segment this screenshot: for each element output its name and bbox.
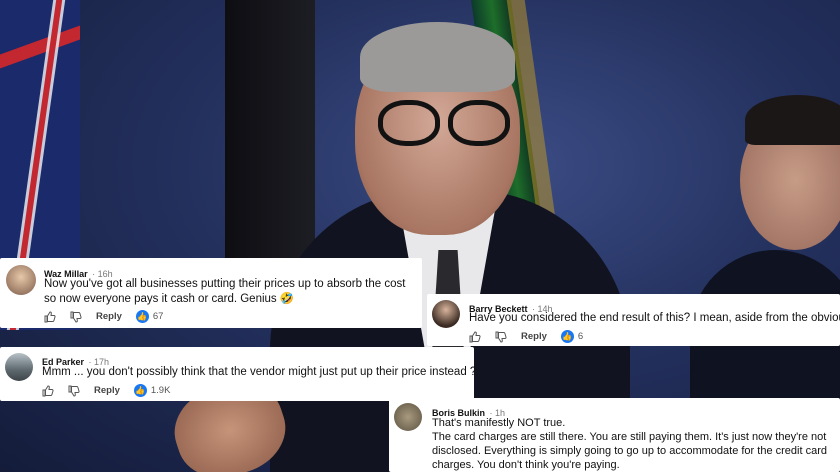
like-count: 👍 1.9K <box>133 384 171 397</box>
comment-text: Mmm ... you don't possibly think that th… <box>42 366 477 378</box>
like-badge-icon: 👍 <box>135 310 149 323</box>
comment-text: Now you've got all businesses putting th… <box>44 278 406 305</box>
comment-text-line: The card charges are still there. You ar… <box>432 431 827 471</box>
like-badge-icon: 👍 <box>560 330 574 343</box>
comment-text: That's manifestly NOT true. The card cha… <box>432 416 836 472</box>
thumbs-down-icon[interactable] <box>68 385 80 397</box>
reply-button[interactable]: Reply <box>521 331 547 342</box>
thumbs-up-icon[interactable] <box>44 310 56 323</box>
comment-actions: Reply 👍 67 <box>44 310 163 323</box>
comment-text: Have you considered the end result of th… <box>469 312 840 324</box>
thumbs-up-icon[interactable] <box>469 330 481 343</box>
like-count: 👍 67 <box>135 310 164 323</box>
dark-flag <box>225 0 315 260</box>
thumbs-down-icon[interactable] <box>70 311 82 323</box>
reply-button[interactable]: Reply <box>96 311 122 322</box>
like-badge-icon: 👍 <box>133 384 147 397</box>
comment-card: Barry Beckett · 14h Have you considered … <box>427 294 840 346</box>
thumbs-up-icon[interactable] <box>42 384 54 397</box>
like-count: 👍 6 <box>560 330 584 343</box>
comment-text-line: That's manifestly NOT true. <box>432 417 566 429</box>
comment-card: Ed Parker · 17h Mmm ... you don't possib… <box>0 347 477 401</box>
avatar[interactable] <box>432 300 460 328</box>
comment-card: Waz Millar · 16h Now you've got all busi… <box>0 258 422 328</box>
glasses-icon <box>378 100 440 146</box>
avatar[interactable] <box>394 403 422 431</box>
avatar[interactable] <box>5 353 33 381</box>
reply-button[interactable]: Reply <box>94 385 120 396</box>
comment-actions: Reply 👍 1.9K <box>42 384 170 397</box>
comment-card: Boris Bulkin · 1h That's manifestly NOT … <box>389 398 840 472</box>
comment-actions: Reply 👍 6 <box>469 330 583 343</box>
avatar[interactable] <box>6 265 36 295</box>
thumbs-down-icon[interactable] <box>495 331 507 343</box>
